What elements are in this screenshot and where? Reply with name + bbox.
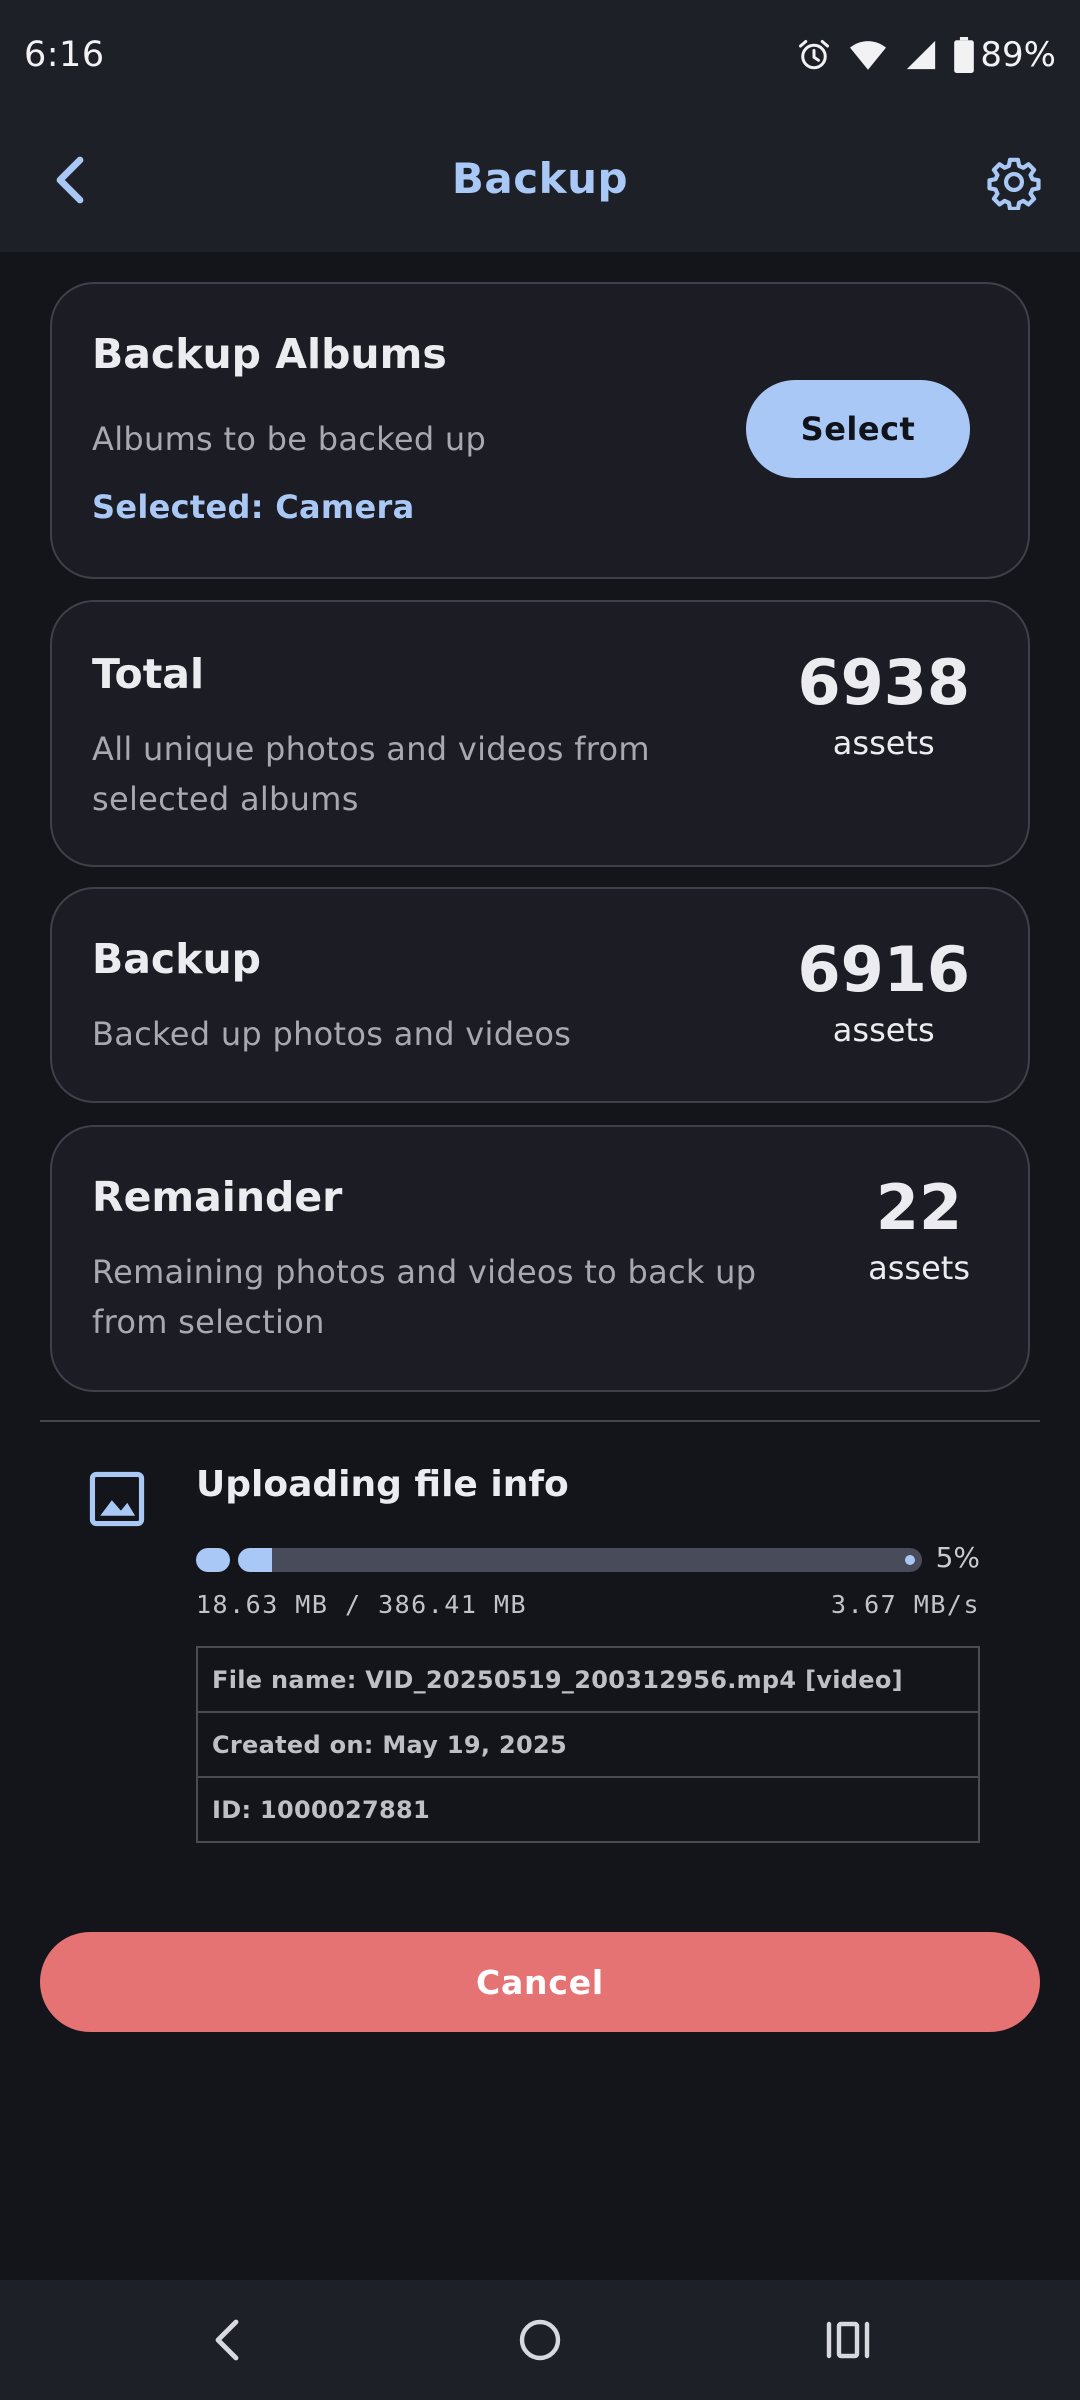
nav-home-button[interactable]	[510, 2310, 570, 2370]
image-icon	[86, 1468, 148, 1530]
card-subtitle-line: Remaining photos and videos to back up	[92, 1253, 757, 1291]
nav-recents-button[interactable]	[818, 2310, 878, 2370]
card-subtitle: Remaining photos and videos to back up f…	[92, 1247, 756, 1347]
asset-count: 6916 assets	[797, 933, 970, 1050]
count-number: 22	[875, 1171, 963, 1244]
system-navigation-bar	[0, 2280, 1080, 2400]
card-title: Backup Albums	[92, 330, 447, 378]
wifi-icon	[850, 41, 887, 70]
home-circle-icon	[519, 2319, 561, 2361]
page-title: Backup	[451, 154, 629, 203]
card-title: Backup	[92, 935, 262, 983]
count-unit: assets	[832, 1011, 935, 1049]
nav-back-button[interactable]	[198, 2310, 258, 2370]
battery-percentage: 89%	[980, 35, 1056, 75]
card-subtitle: All unique photos and videos from select…	[92, 724, 650, 824]
upload-progress-bar	[238, 1548, 922, 1572]
asset-count: 6938 assets	[797, 646, 970, 763]
card-subtitle-line: All unique photos and videos from	[92, 730, 650, 768]
card-subtitle-line: from selection	[92, 1303, 325, 1341]
file-name-row: File name: VID_20250519_200312956.mp4 [v…	[198, 1648, 978, 1713]
settings-button[interactable]	[982, 150, 1046, 214]
backup-card: Backup Backed up photos and videos 6916 …	[50, 887, 1030, 1103]
uploaded-bytes: 18.63 MB / 386.41 MB	[196, 1590, 528, 1619]
alarm-icon	[799, 40, 830, 70]
status-bar: 6:16 89%	[0, 0, 1080, 110]
upload-speed: 3.67 MB/s	[831, 1590, 980, 1619]
progress-end-dot	[905, 1555, 915, 1565]
card-subtitle: Albums to be backed up	[92, 420, 487, 458]
count-number: 6916	[797, 933, 970, 1006]
selected-albums-label: Selected: Camera	[92, 488, 415, 526]
progress-percentage: 5%	[935, 1541, 980, 1574]
card-title: Total	[92, 650, 205, 698]
progress-start-indicator	[196, 1548, 230, 1572]
cancel-button[interactable]: Cancel	[40, 1932, 1040, 2032]
card-title: Remainder	[92, 1173, 343, 1221]
file-id-row: ID: 1000027881	[212, 1795, 430, 1824]
count-unit: assets	[832, 724, 935, 762]
progress-fill	[238, 1548, 273, 1572]
created-on-row: Created on: May 19, 2025	[198, 1713, 978, 1778]
status-icons: 89%	[796, 35, 1056, 75]
app-bar: Backup	[0, 110, 1080, 252]
status-time: 6:16	[24, 35, 105, 75]
cellular-signal-icon	[907, 40, 936, 70]
card-subtitle-line: selected albums	[92, 780, 359, 818]
file-info-table: File name: VID_20250519_200312956.mp4 [v…	[196, 1646, 980, 1843]
card-subtitle: Backed up photos and videos	[92, 1015, 572, 1053]
total-card: Total All unique photos and videos from …	[50, 600, 1030, 867]
count-number: 6938	[797, 646, 970, 719]
select-albums-button[interactable]: Select	[746, 380, 970, 478]
gear-icon	[987, 157, 1041, 210]
count-unit: assets	[868, 1249, 970, 1287]
remainder-card: Remainder Remaining photos and videos to…	[50, 1125, 1030, 1392]
asset-count: 22 assets	[868, 1171, 970, 1288]
battery-icon	[954, 37, 975, 73]
backup-albums-card: Backup Albums Albums to be backed up Sel…	[50, 282, 1030, 579]
nav-back-icon	[215, 2319, 239, 2361]
recents-icon	[826, 2321, 870, 2359]
divider	[40, 1420, 1040, 1422]
upload-title: Uploading file info	[196, 1464, 569, 1505]
